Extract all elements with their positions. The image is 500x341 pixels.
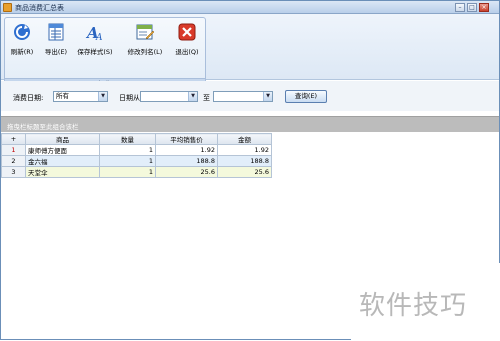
cell-qty[interactable]: 1 — [99, 155, 156, 167]
svg-text:A: A — [95, 33, 103, 42]
column-header-amount[interactable]: 金额 — [217, 133, 272, 145]
filter-bar: 消费日期: 所有 ▼ 日期从 ▼ 至 ▼ 查询(E) — [1, 81, 499, 111]
refresh-button[interactable]: 刷新(R) — [9, 22, 35, 66]
maximize-button[interactable]: □ — [467, 3, 477, 12]
chevron-down-icon[interactable]: ▼ — [188, 92, 197, 101]
app-icon — [3, 3, 12, 12]
date-label: 消费日期: — [13, 94, 44, 102]
row-number: 3 — [1, 166, 26, 178]
close-window-button[interactable]: × — [479, 3, 489, 12]
data-grid: + 商品 数量 平均销售价 金额 1 康师傅方便面 1 1.92 1.92 2 … — [1, 133, 272, 178]
table-row[interactable]: 2 金六福 1 188.8 188.8 — [1, 155, 272, 167]
row-number: 1 — [1, 144, 26, 156]
column-header-qty[interactable]: 数量 — [99, 133, 156, 145]
cell-amount[interactable]: 1.92 — [217, 144, 272, 156]
cell-avg-price[interactable]: 188.8 — [155, 155, 218, 167]
font-style-icon: A A — [85, 24, 103, 42]
chevron-down-icon[interactable]: ▼ — [263, 92, 272, 101]
to-date-picker[interactable]: ▼ — [213, 91, 273, 102]
app-window: 商品消费汇总表 – □ × 刷新(R) 导出(E) A A 保存样式(S) 修改… — [0, 0, 500, 341]
cell-product[interactable]: 天堂伞 — [25, 166, 100, 178]
date-select-value: 所有 — [56, 92, 69, 100]
exit-label: 退出(Q) — [175, 48, 199, 56]
export-label: 导出(E) — [44, 48, 68, 56]
ribbon: 刷新(R) 导出(E) A A 保存样式(S) 修改列名(L) 退出(Q) — [1, 14, 499, 90]
close-icon — [178, 23, 196, 41]
save-style-button[interactable]: A A 保存样式(S) — [75, 22, 115, 66]
cell-qty[interactable]: 1 — [99, 166, 156, 178]
edit-column-label: 修改列名(L) — [127, 48, 163, 56]
group-by-area[interactable]: 拖曳栏标题至此组合该栏 — [1, 116, 499, 132]
cell-product[interactable]: 康师傅方便面 — [25, 144, 100, 156]
minimize-button[interactable]: – — [455, 3, 465, 12]
query-button[interactable]: 查询(E) — [285, 90, 327, 103]
export-button[interactable]: 导出(E) — [43, 22, 69, 66]
cell-amount[interactable]: 188.8 — [217, 155, 272, 167]
group-by-hint: 拖曳栏标题至此组合该栏 — [7, 123, 79, 131]
window-title: 商品消费汇总表 — [15, 4, 64, 12]
cell-amount[interactable]: 25.6 — [217, 166, 272, 178]
date-select[interactable]: 所有 ▼ — [53, 91, 108, 102]
to-label: 至 — [203, 94, 210, 102]
row-number: 2 — [1, 155, 26, 167]
from-date-picker[interactable]: ▼ — [140, 91, 198, 102]
chevron-down-icon[interactable]: ▼ — [98, 92, 107, 101]
exit-button[interactable]: 退出(Q) — [173, 22, 201, 66]
export-icon — [48, 23, 64, 41]
column-header-product[interactable]: 商品 — [25, 133, 100, 145]
title-bar[interactable]: 商品消费汇总表 – □ × — [1, 1, 499, 14]
save-style-label: 保存样式(S) — [77, 48, 113, 56]
watermark: 软件技巧 — [351, 263, 500, 341]
cell-avg-price[interactable]: 1.92 — [155, 144, 218, 156]
ribbon-group-actions: 刷新(R) 导出(E) A A 保存样式(S) 修改列名(L) 退出(Q) — [4, 17, 206, 90]
table-row[interactable]: 3 天堂伞 1 25.6 25.6 — [1, 166, 272, 178]
row-header-corner[interactable]: + — [1, 133, 26, 145]
watermark-text: 软件技巧 — [359, 291, 468, 321]
edit-column-icon — [136, 24, 155, 40]
cell-qty[interactable]: 1 — [99, 144, 156, 156]
from-label: 日期从 — [119, 94, 140, 102]
cell-avg-price[interactable]: 25.6 — [155, 166, 218, 178]
refresh-icon — [14, 24, 30, 40]
table-row[interactable]: 1 康师傅方便面 1 1.92 1.92 — [1, 144, 272, 156]
column-header-avg-price[interactable]: 平均销售价 — [155, 133, 218, 145]
edit-column-button[interactable]: 修改列名(L) — [125, 22, 165, 66]
cell-product[interactable]: 金六福 — [25, 155, 100, 167]
refresh-label: 刷新(R) — [10, 48, 34, 56]
